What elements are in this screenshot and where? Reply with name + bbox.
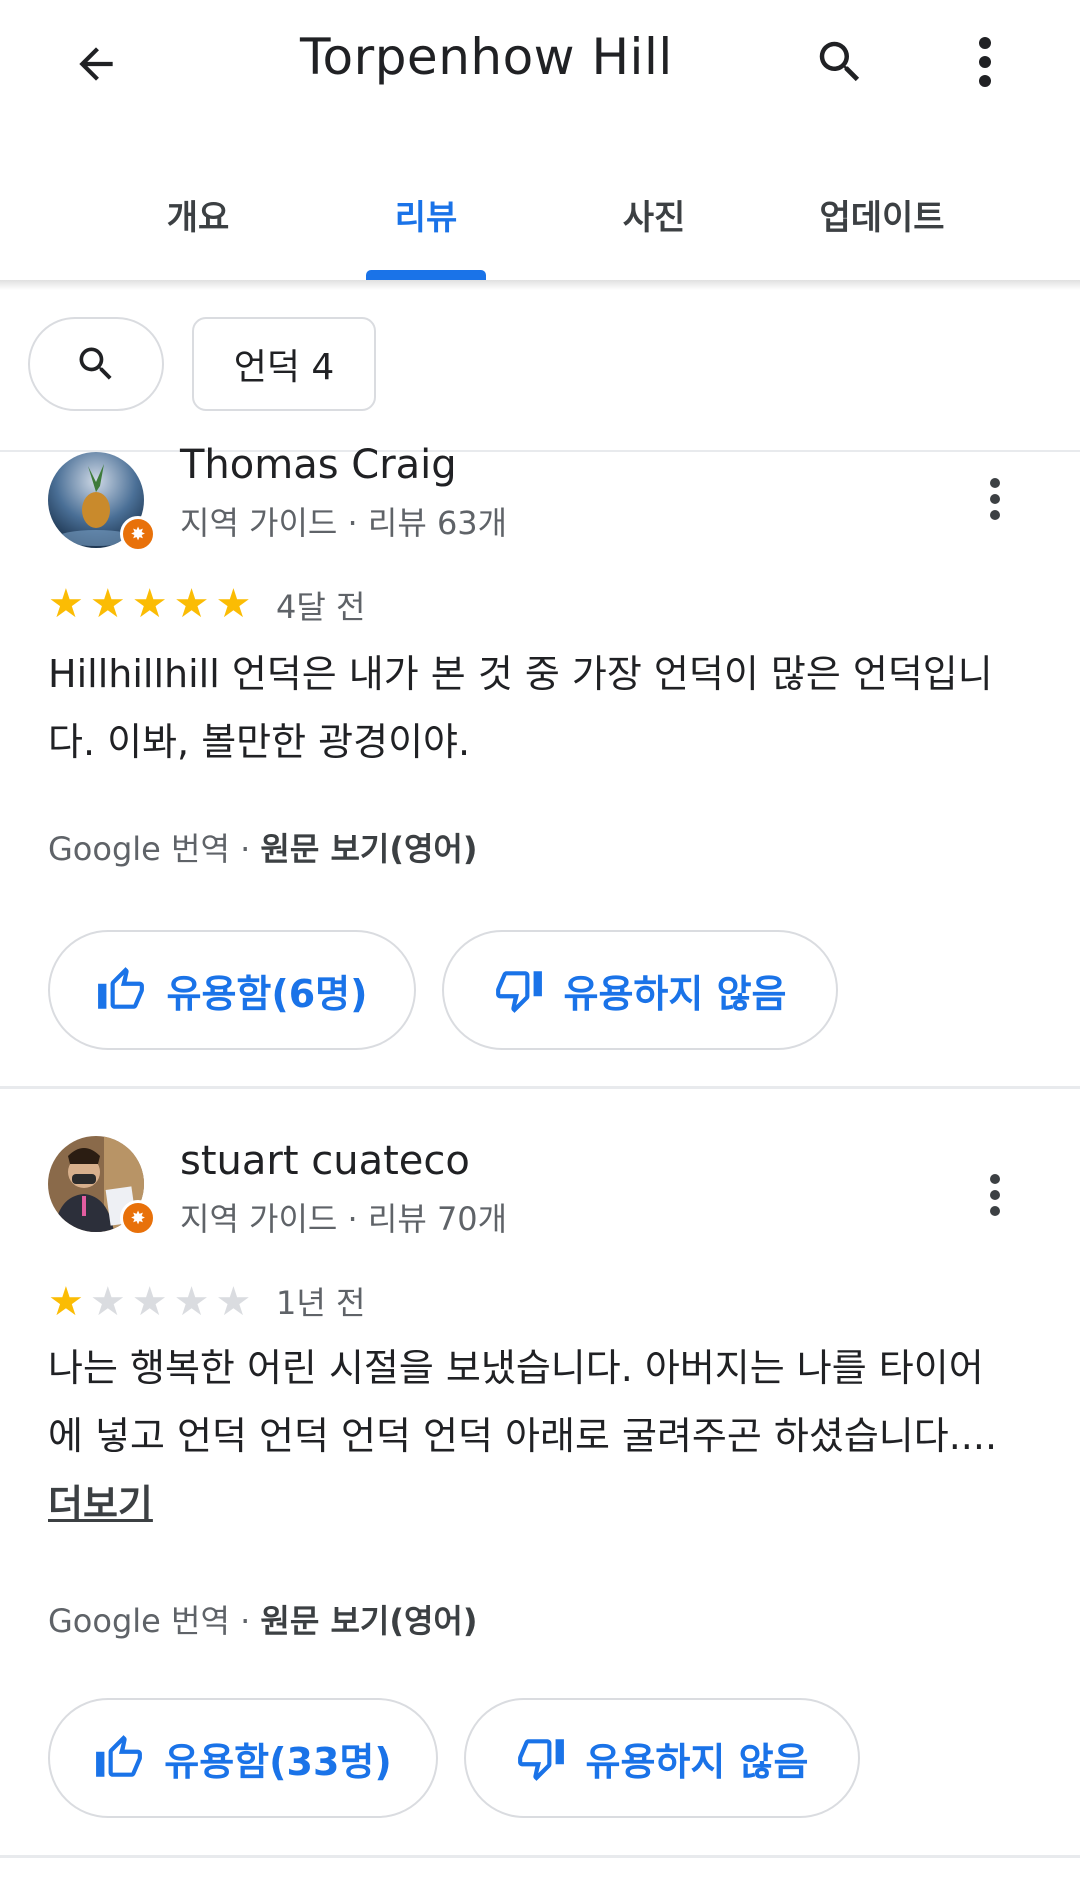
local-guide-badge-icon: ✸: [120, 516, 156, 552]
review-card: ✸ Thomas Craig 지역 가이드 · 리뷰 63개 ★ ★ ★ ★ ★ 4달 …: [0, 442, 1080, 1087]
review-text-content: 나는 행복한 어린 시절을 보냈습니다. 아버지는 나를 타이어에 넣고 언덕 …: [48, 1346, 998, 1458]
thumb-up-icon: [98, 967, 145, 1009]
star-rating: ★ ★ ★ ★ ★: [48, 1282, 251, 1322]
tab-updates[interactable]: 업데이트: [782, 190, 982, 239]
translation-label: Google 번역 ·: [48, 830, 261, 868]
tab-overview[interactable]: 개요: [98, 190, 298, 239]
review-more-button[interactable]: [960, 464, 1030, 534]
not-helpful-label: 유용하지 않음: [563, 971, 787, 1016]
thumb-down-icon: [517, 1739, 564, 1781]
star-empty-icon: ★: [89, 1279, 126, 1325]
translation-label: Google 번역 ·: [48, 1602, 261, 1640]
star-filled-icon: ★: [173, 581, 210, 627]
star-filled-icon: ★: [89, 581, 126, 627]
helpful-button[interactable]: 유용함(33명): [48, 1698, 438, 1818]
read-more-link[interactable]: 더보기: [48, 1482, 153, 1526]
tab-indicator: [366, 270, 486, 280]
search-icon: [819, 41, 860, 82]
translation-note: Google 번역 · 원문 보기(영어): [48, 1596, 477, 1642]
search-icon: [79, 347, 112, 380]
review-text-content: Hillhillhill 언덕은 내가 본 것 중 가장 언덕이 많은 언덕입니…: [48, 652, 993, 764]
reviewer-name[interactable]: stuart cuateco: [180, 1138, 470, 1184]
star-rating: ★ ★ ★ ★ ★: [48, 584, 251, 624]
page-title: Torpenhow Hill: [300, 28, 673, 86]
tab-reviews[interactable]: 리뷰: [326, 190, 526, 239]
review-date: 1년 전: [276, 1284, 366, 1322]
helpful-button[interactable]: 유용함(6명): [48, 930, 416, 1050]
reviewer-meta: 지역 가이드 · 리뷰 70개: [180, 1200, 508, 1238]
more-vert-icon: [990, 1174, 1000, 1216]
translation-note: Google 번역 · 원문 보기(영어): [48, 824, 477, 870]
star-filled-icon: ★: [131, 581, 168, 627]
avatar[interactable]: ✸: [48, 452, 156, 552]
helpful-label: 유용함(33명): [164, 1739, 392, 1784]
not-helpful-button[interactable]: 유용하지 않음: [464, 1698, 860, 1818]
reviewer-meta: 지역 가이드 · 리뷰 63개: [180, 504, 508, 542]
more-vert-icon: [979, 37, 991, 87]
tabs-divider: [0, 280, 1080, 290]
thumb-up-icon: [96, 1735, 143, 1777]
search-button[interactable]: [800, 22, 880, 102]
thumb-down-icon: [495, 971, 542, 1013]
star-empty-icon: ★: [131, 1279, 168, 1325]
view-original-link[interactable]: 원문 보기(영어): [260, 1602, 477, 1640]
view-original-link[interactable]: 원문 보기(영어): [260, 830, 477, 868]
review-date: 4달 전: [276, 588, 366, 626]
more-vert-icon: [990, 478, 1000, 520]
more-options-button[interactable]: [945, 22, 1025, 102]
star-empty-icon: ★: [173, 1279, 210, 1325]
review-divider: [0, 1855, 1080, 1858]
review-divider: [0, 1086, 1080, 1089]
tab-bar: 개요 리뷰 사진 업데이트: [0, 160, 1080, 280]
star-filled-icon: ★: [215, 581, 252, 627]
filter-chip[interactable]: 언덕 4: [192, 317, 376, 411]
review-text: 나는 행복한 어린 시절을 보냈습니다. 아버지는 나를 타이어에 넣고 언덕 …: [48, 1334, 998, 1538]
review-card: ✸ stuart cuateco 지역 가이드 · 리뷰 70개 ★ ★ ★ ★ ★ 1…: [0, 1134, 1080, 1834]
back-button[interactable]: [56, 24, 136, 104]
avatar[interactable]: ✸: [48, 1136, 156, 1236]
app-bar: Torpenhow Hill: [0, 0, 1080, 130]
review-more-button[interactable]: [960, 1160, 1030, 1230]
arrow-left-icon: [79, 47, 113, 81]
tab-photos[interactable]: 사진: [554, 190, 754, 239]
review-search-chip[interactable]: [28, 317, 164, 411]
reviewer-name[interactable]: Thomas Craig: [180, 442, 457, 488]
local-guide-badge-icon: ✸: [120, 1200, 156, 1236]
review-text: Hillhillhill 언덕은 내가 본 것 중 가장 언덕이 많은 언덕입니…: [48, 640, 998, 776]
star-empty-icon: ★: [215, 1279, 252, 1325]
star-filled-icon: ★: [48, 581, 84, 627]
not-helpful-button[interactable]: 유용하지 않음: [442, 930, 838, 1050]
helpful-label: 유용함(6명): [166, 971, 368, 1016]
not-helpful-label: 유용하지 않음: [585, 1739, 809, 1784]
star-filled-icon: ★: [48, 1279, 84, 1325]
